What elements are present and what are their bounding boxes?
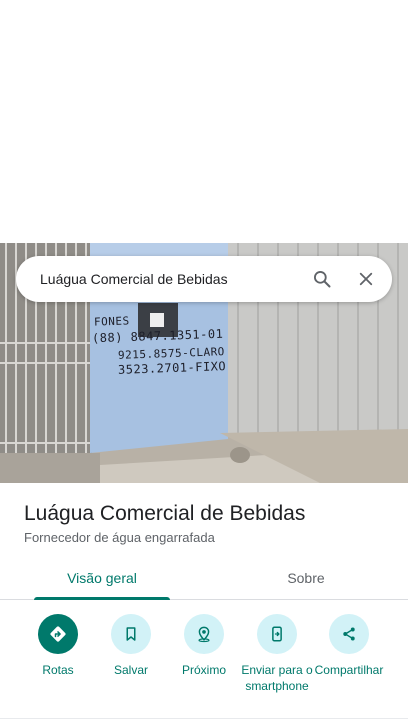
place-tabs: Visão geral Sobre [0,560,408,600]
share-label: Compartilhar [314,663,384,677]
save-button[interactable]: Salvar [91,614,171,678]
tab-overview[interactable]: Visão geral [0,560,204,600]
send-to-phone-icon [257,614,297,654]
send-to-phone-button[interactable]: Enviar para o smartphone [237,614,317,694]
map-blank-area [0,0,408,243]
place-category[interactable]: Fornecedor de água engarrafada [24,530,215,545]
directions-label: Rotas [42,663,74,677]
tab-about[interactable]: Sobre [204,560,408,599]
search-bar[interactable]: Luágua Comercial de Bebidas [16,256,392,302]
send-to-phone-label: Enviar para o smartphone [241,663,313,693]
close-icon[interactable] [348,261,384,297]
nearby-button[interactable]: Próximo [164,614,244,678]
nearby-icon [184,614,224,654]
nearby-label: Próximo [181,663,226,677]
bookmark-icon [111,614,151,654]
save-label: Salvar [113,663,148,677]
action-buttons-row: Rotas Salvar Próximo Enviar para o smart… [0,614,408,714]
directions-button[interactable]: Rotas [18,614,98,678]
wall-text-line: FONES [93,314,130,329]
place-title: Luágua Comercial de Bebidas [24,502,306,525]
search-icon[interactable] [304,261,340,297]
search-input[interactable]: Luágua Comercial de Bebidas [40,271,304,287]
divider [0,718,408,719]
share-icon [329,614,369,654]
share-button[interactable]: Compartilhar [309,614,389,678]
directions-icon [38,614,78,654]
